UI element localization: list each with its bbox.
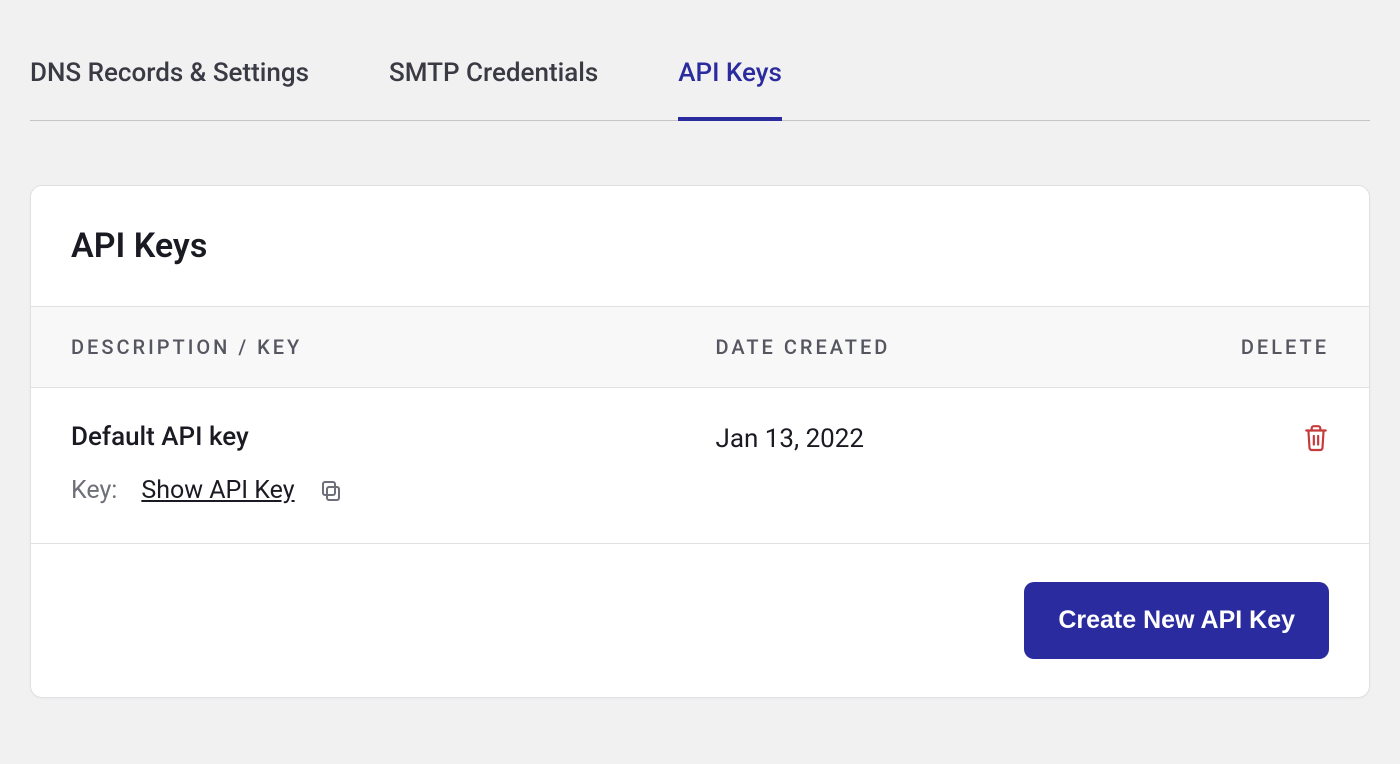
column-header-date: DATE CREATED	[715, 335, 1209, 359]
tabs-bar: DNS Records & Settings SMTP Credentials …	[30, 0, 1370, 121]
show-api-key-link[interactable]: Show API Key	[141, 476, 294, 505]
date-created-cell: Jan 13, 2022	[715, 422, 1209, 454]
tab-dns-records[interactable]: DNS Records & Settings	[30, 58, 309, 120]
column-header-delete: DELETE	[1209, 335, 1329, 359]
api-keys-card: API Keys DESCRIPTION / KEY DATE CREATED …	[30, 185, 1370, 698]
page-container: DNS Records & Settings SMTP Credentials …	[0, 0, 1400, 698]
api-key-description: Default API key	[71, 422, 715, 452]
copy-icon[interactable]	[319, 479, 343, 503]
delete-cell	[1209, 422, 1329, 452]
tab-smtp-credentials[interactable]: SMTP Credentials	[389, 58, 598, 120]
table-row: Default API key Key: Show API Key Jan 13…	[31, 388, 1369, 544]
card-header: API Keys	[31, 186, 1369, 306]
tab-api-keys[interactable]: API Keys	[678, 58, 782, 120]
card-title: API Keys	[71, 226, 1329, 266]
key-label: Key:	[71, 476, 117, 505]
key-line: Key: Show API Key	[71, 476, 715, 505]
create-new-api-key-button[interactable]: Create New API Key	[1024, 582, 1329, 659]
card-footer: Create New API Key	[31, 544, 1369, 697]
table-header: DESCRIPTION / KEY DATE CREATED DELETE	[31, 306, 1369, 388]
description-cell: Default API key Key: Show API Key	[71, 422, 715, 505]
column-header-description: DESCRIPTION / KEY	[71, 335, 715, 359]
trash-icon[interactable]	[1303, 424, 1329, 452]
